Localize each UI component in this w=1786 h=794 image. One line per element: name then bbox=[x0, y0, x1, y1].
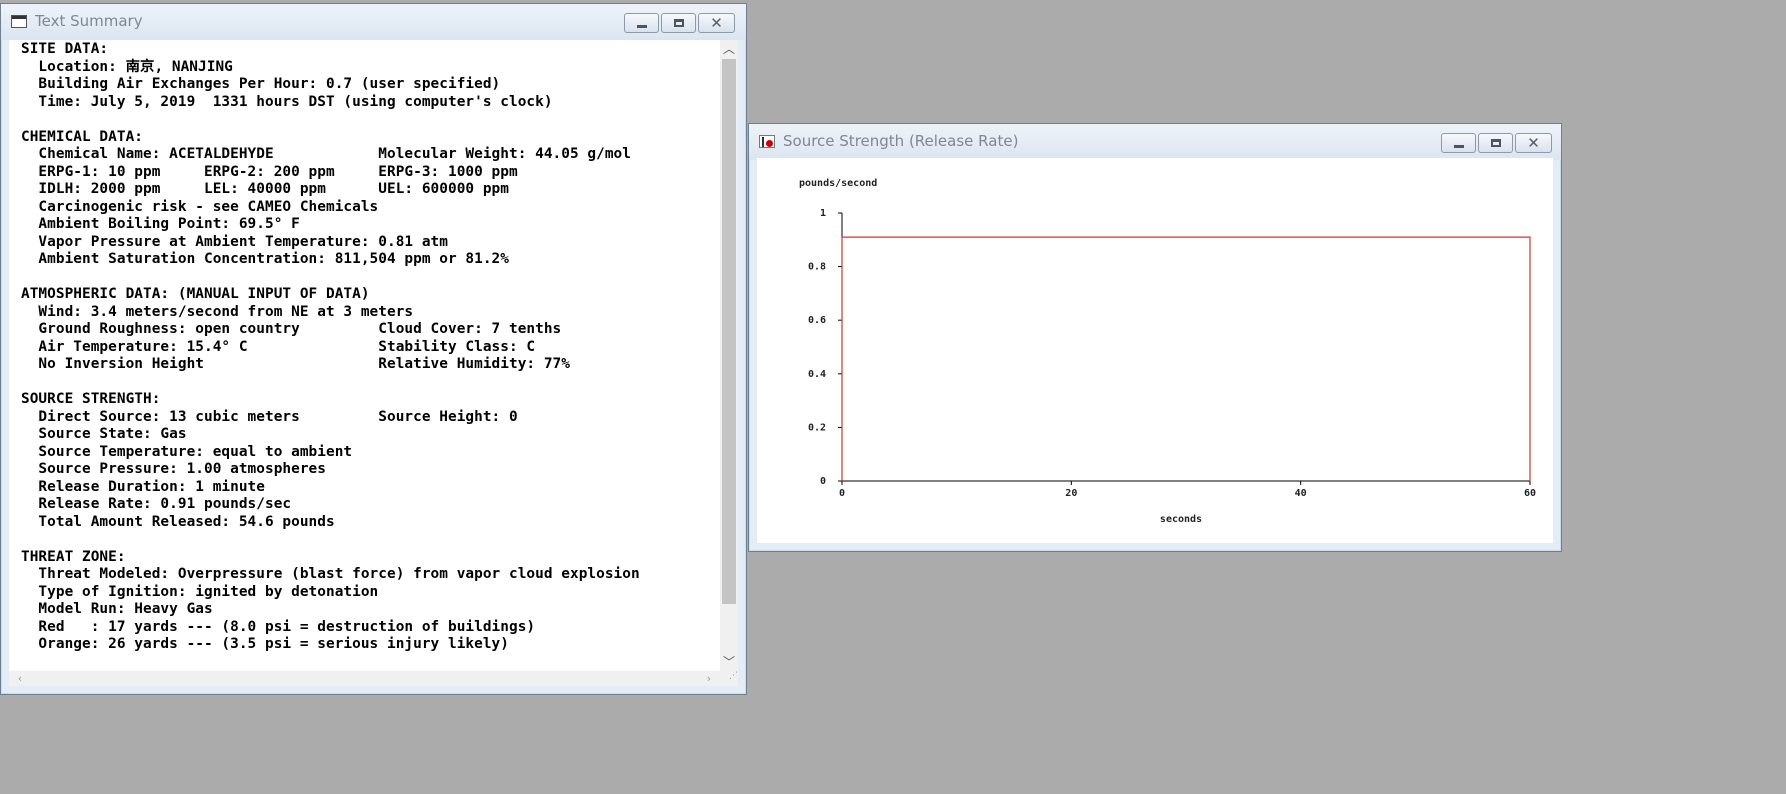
summary-line: Vapor Pressure at Ambient Temperature: 0… bbox=[21, 233, 448, 250]
summary-line: THREAT ZONE: bbox=[21, 548, 126, 565]
y-tick-label: 0.8 bbox=[808, 262, 826, 273]
summary-line: Ambient Boiling Point: 69.5° F bbox=[21, 216, 300, 232]
summary-line: Orange: 26 yards --- (3.5 psi = serious … bbox=[21, 636, 509, 652]
summary-line: Carcinogenic risk - see CAMEO Chemicals bbox=[21, 198, 379, 215]
summary-line: Wind: 3.4 meters/second from NE at 3 met… bbox=[21, 303, 414, 320]
source-strength-title: Source Strength (Release Rate) bbox=[783, 132, 1019, 150]
scroll-thumb[interactable] bbox=[722, 59, 736, 604]
summary-line: Building Air Exchanges Per Hour: 0.7 (us… bbox=[21, 76, 501, 92]
maximize-button[interactable] bbox=[661, 13, 696, 33]
scroll-down-icon[interactable]: ﹀ bbox=[720, 653, 738, 671]
source-strength-titlebar[interactable]: Source Strength (Release Rate) ✕ bbox=[749, 124, 1561, 160]
x-tick-label: 60 bbox=[1524, 488, 1536, 499]
summary-text-area[interactable]: SITE DATA: Location: 南京, NANJING Buildin… bbox=[9, 40, 720, 671]
x-axis-label: seconds bbox=[1160, 514, 1202, 525]
summary-line: Red : 17 yards --- (8.0 psi = destructio… bbox=[21, 618, 536, 635]
y-tick-label: 1 bbox=[820, 208, 826, 219]
chart-minimize-button[interactable] bbox=[1441, 133, 1476, 153]
summary-line: Type of Ignition: ignited by detonation bbox=[21, 583, 379, 600]
resize-grip-icon[interactable]: ⋰ bbox=[720, 671, 738, 686]
chart-close-button[interactable]: ✕ bbox=[1515, 133, 1552, 153]
summary-line: Chemical Name: ACETALDEHYDE Molecular We… bbox=[21, 146, 631, 162]
summary-line: Release Duration: 1 minute bbox=[21, 478, 265, 495]
summary-line: Model Run: Heavy Gas bbox=[21, 601, 213, 617]
summary-line: ERPG-1: 10 ppm ERPG-2: 200 ppm ERPG-3: 1… bbox=[21, 163, 518, 180]
text-summary-window[interactable]: Text Summary ✕ SITE DATA: Location: 南京, … bbox=[0, 3, 747, 695]
summary-line: No Inversion Height Relative Humidity: 7… bbox=[21, 356, 570, 372]
summary-line: SITE DATA: bbox=[21, 41, 109, 57]
summary-line: Ambient Saturation Concentration: 811,50… bbox=[21, 251, 509, 267]
scroll-left-icon[interactable]: ‹ bbox=[11, 671, 29, 686]
summary-line: Threat Modeled: Overpressure (blast forc… bbox=[21, 566, 640, 582]
x-tick-label: 40 bbox=[1295, 488, 1307, 499]
chart-window-icon bbox=[759, 135, 775, 148]
summary-line: ATMOSPHERIC DATA: (MANUAL INPUT OF DATA) bbox=[21, 286, 370, 302]
source-strength-window[interactable]: Source Strength (Release Rate) ✕ 0 0.2 0.4… bbox=[748, 123, 1562, 552]
summary-line: Source Pressure: 1.00 atmospheres bbox=[21, 461, 326, 477]
summary-line: CHEMICAL DATA: bbox=[21, 128, 143, 145]
release-rate-chart: 0 0.2 0.4 0.6 0.8 1 0 20 40 60 pounds/second second… bbox=[799, 178, 1536, 525]
y-tick-label: 0.6 bbox=[808, 315, 826, 326]
minimize-button[interactable] bbox=[624, 13, 659, 33]
summary-line: Ground Roughness: open country Cloud Cov… bbox=[21, 321, 562, 337]
y-tick-label: 0.4 bbox=[808, 369, 826, 380]
summary-line: IDLH: 2000 ppm LEL: 40000 ppm UEL: 60000… bbox=[21, 181, 509, 197]
text-summary-title: Text Summary bbox=[35, 12, 143, 30]
text-window-icon bbox=[11, 15, 27, 28]
chart-maximize-button[interactable] bbox=[1478, 133, 1513, 153]
horizontal-scrollbar[interactable]: ‹ › bbox=[9, 671, 720, 686]
scroll-up-icon[interactable]: ︿ bbox=[720, 40, 738, 58]
summary-line: SOURCE STRENGTH: bbox=[21, 391, 161, 407]
scroll-right-icon[interactable]: › bbox=[700, 671, 718, 686]
vertical-scrollbar[interactable]: ︿ ﹀ bbox=[720, 40, 738, 671]
x-tick-label: 20 bbox=[1065, 488, 1077, 499]
summary-line: Time: July 5, 2019 1331 hours DST (using… bbox=[21, 93, 553, 110]
summary-line: Air Temperature: 15.4° C Stability Class… bbox=[21, 338, 536, 355]
summary-line: Total Amount Released: 54.6 pounds bbox=[21, 513, 335, 530]
summary-line: Source Temperature: equal to ambient bbox=[21, 443, 353, 460]
close-button[interactable]: ✕ bbox=[698, 13, 735, 33]
x-tick-label: 0 bbox=[839, 488, 845, 499]
summary-line: Release Rate: 0.91 pounds/sec bbox=[21, 496, 292, 512]
text-summary-titlebar[interactable]: Text Summary ✕ bbox=[1, 4, 746, 40]
summary-line: Location: 南京, NANJING bbox=[21, 58, 233, 75]
summary-line: Source State: Gas bbox=[21, 426, 187, 442]
text-summary-client: SITE DATA: Location: 南京, NANJING Buildin… bbox=[9, 40, 738, 686]
y-tick-label: 0.2 bbox=[808, 422, 826, 433]
y-tick-label: 0 bbox=[820, 476, 826, 487]
y-axis-label: pounds/second bbox=[799, 178, 877, 189]
summary-line: Direct Source: 13 cubic meters Source He… bbox=[21, 408, 518, 425]
chart-client: 0 0.2 0.4 0.6 0.8 1 0 20 40 60 pounds/second second… bbox=[757, 158, 1553, 543]
release-rate-series-line bbox=[841, 236, 1531, 481]
